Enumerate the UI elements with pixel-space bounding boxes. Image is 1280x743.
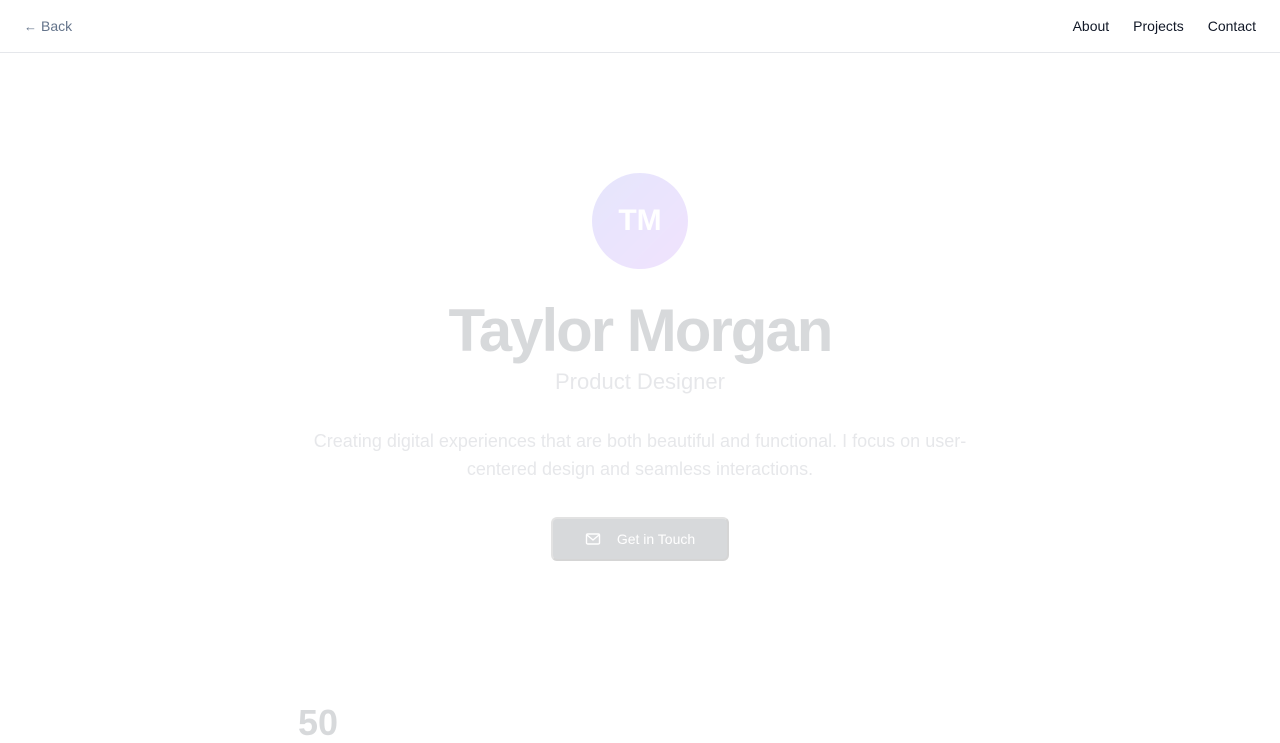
primary-nav: About Projects Contact [1073,16,1256,36]
avatar: TM [592,173,688,269]
profile-role: Product Designer [555,369,725,394]
top-navigation-bar: ← Back About Projects Contact [0,0,1280,53]
profile-name: Taylor Morgan [448,297,834,364]
nav-link-projects[interactable]: Projects [1133,18,1184,34]
arrow-left-icon: ← [24,18,37,34]
avatar-initials: TM [618,204,662,237]
nav-link-contact[interactable]: Contact [1208,18,1256,34]
stat-value-peek: 50 [298,702,339,743]
back-link[interactable]: ← Back [24,16,72,36]
back-label: Back [41,18,73,34]
mail-icon [585,531,601,547]
get-in-touch-label: Get in Touch [616,531,696,547]
hero-section: TM Taylor Morgan Product Designer Creati… [0,53,1280,743]
profile-bio: Creating digital experiences that are bo… [313,431,967,479]
nav-link-about[interactable]: About [1073,18,1110,34]
get-in-touch-button[interactable]: Get in Touch [551,517,729,561]
